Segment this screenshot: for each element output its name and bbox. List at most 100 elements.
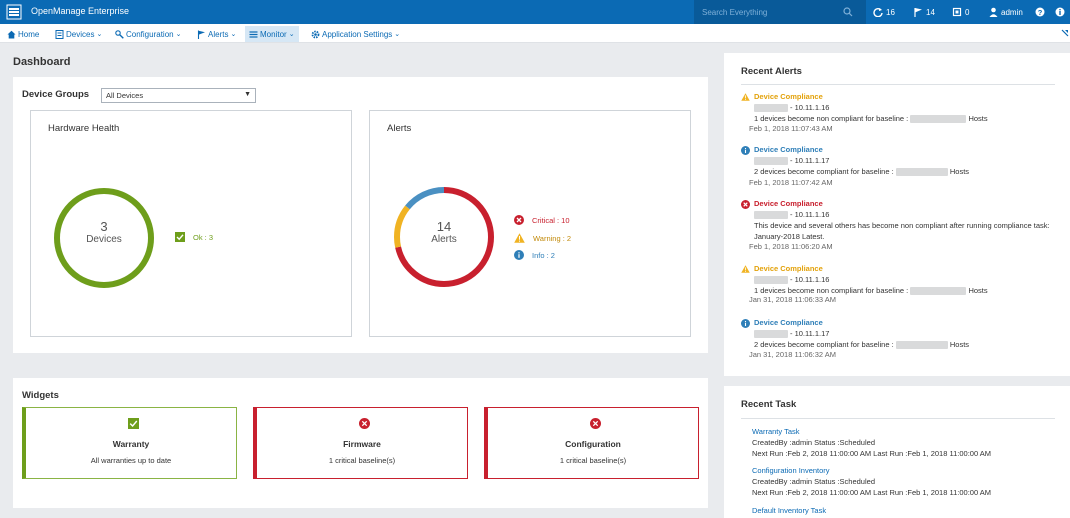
alert-item[interactable]: Device Compliance - 10.11.1.16 1 devices… (741, 92, 1059, 134)
top-bar: OpenManage Enterprise 16 14 0 (0, 0, 1070, 24)
widget-configuration[interactable]: Configuration 1 critical baseline(s) (484, 407, 699, 479)
alerts-title: Alerts (387, 123, 412, 134)
refresh-icon (873, 7, 883, 17)
nav-configuration[interactable]: Configuration ⌄ (111, 26, 185, 42)
alert-title[interactable]: Device Compliance (754, 199, 823, 208)
warranty-count: 0 (965, 7, 970, 17)
alert-message-tail: Hosts (968, 114, 988, 123)
info-button[interactable] (1055, 0, 1065, 24)
alert-title[interactable]: Device Compliance (754, 92, 823, 101)
device-groups-value: All Devices (106, 91, 144, 100)
widgets-title: Widgets (22, 390, 59, 401)
caret-down-icon: ▼ (244, 91, 251, 98)
divider (741, 418, 1055, 419)
nav-monitor-label: Monitor (260, 29, 287, 39)
search-icon[interactable] (843, 7, 853, 17)
nav-home[interactable]: Home (3, 26, 43, 42)
widget-firmware-sub: 1 critical baseline(s) (328, 456, 396, 465)
nav-application-settings[interactable]: Application Settings ⌄ (307, 26, 404, 42)
redacted-block (895, 341, 948, 350)
task-schedule: Next Run :Feb 2, 2018 11:00:00 AM Last R… (752, 449, 992, 458)
jobs-button[interactable]: 16 (873, 0, 895, 24)
chevron-down-icon: ⌄ (230, 31, 237, 38)
legend-ok[interactable]: Ok : 3 (175, 232, 213, 242)
alert-host: - 10.11.1.16 (754, 275, 829, 284)
nav-configuration-label: Configuration (126, 29, 174, 39)
task-status: CreatedBy :admin Status :Scheduled (752, 477, 875, 486)
nav-monitor[interactable]: Monitor ⌄ (245, 26, 299, 42)
hardware-health-card[interactable]: Hardware Health 3 Devices Ok : 3 (30, 110, 352, 337)
task-item[interactable]: Warranty Task CreatedBy :admin Status :S… (752, 426, 1052, 459)
task-status: CreatedBy :admin Status :Scheduled (752, 438, 875, 447)
alert-host: - 10.11.1.16 (754, 103, 829, 112)
alert-item[interactable]: Device Compliance - 10.11.1.17 2 devices… (741, 318, 1059, 360)
chevron-down-icon: ⌄ (288, 31, 295, 38)
hardware-health-count-label: Devices (86, 234, 122, 245)
alert-message-text: 2 devices become compliant for baseline … (754, 340, 894, 349)
global-search[interactable] (694, 0, 866, 24)
nav-devices[interactable]: Devices ⌄ (51, 26, 106, 42)
nav-home-label: Home (18, 29, 40, 39)
redacted-block (754, 329, 788, 338)
legend-info[interactable]: Info : 2 (514, 250, 555, 260)
chevron-down-icon: ⌄ (394, 31, 401, 38)
widget-configuration-title: Configuration (565, 439, 621, 449)
legend-critical-label: Critical : 10 (532, 215, 570, 225)
legend-ok-label: Ok : 3 (193, 232, 214, 242)
redacted-block (754, 103, 788, 112)
alert-host-ip: - 10.11.1.16 (790, 210, 830, 219)
search-input[interactable] (702, 5, 842, 19)
alert-item[interactable]: Device Compliance - 10.11.1.17 2 devices… (741, 145, 1059, 187)
alerts-flag-button[interactable]: 14 (913, 0, 935, 24)
task-name[interactable]: Configuration Inventory (752, 465, 1052, 476)
monitor-icon (249, 30, 258, 38)
warning-icon (741, 93, 750, 101)
hardware-health-count: 3 (100, 219, 108, 234)
help-button[interactable]: ? (1035, 0, 1045, 24)
alert-title[interactable]: Device Compliance (754, 264, 823, 273)
device-groups-label: Device Groups (22, 89, 90, 100)
alert-message-text: This device and several others has becom… (754, 221, 1050, 241)
critical-icon (514, 215, 524, 225)
alert-item[interactable]: Device Compliance - 10.11.1.16 1 devices… (741, 264, 1059, 306)
redacted-block (754, 275, 788, 284)
alert-title[interactable]: Device Compliance (754, 145, 823, 154)
legend-critical[interactable]: Critical : 10 (514, 215, 570, 225)
chevron-down-icon: ⌄ (175, 31, 182, 38)
critical-icon (590, 418, 601, 429)
nav-alerts-label: Alerts (208, 29, 229, 39)
redacted-block (910, 287, 967, 296)
pin-icon[interactable] (1061, 29, 1069, 37)
info-icon (1055, 7, 1065, 17)
warranty-icon (952, 7, 962, 17)
warranty-button[interactable]: 0 (952, 0, 969, 24)
task-name[interactable]: Default Inventory Task (752, 505, 1052, 516)
legend-warning[interactable]: Warning : 2 (514, 233, 571, 243)
user-menu[interactable]: admin (989, 0, 1023, 24)
alert-time: Jan 31, 2018 11:06:32 AM (749, 350, 837, 359)
critical-icon (359, 418, 370, 429)
task-item[interactable]: Default Inventory Task (752, 505, 1052, 516)
redacted-block (895, 168, 948, 177)
nav-alerts[interactable]: Alerts ⌄ (193, 26, 240, 42)
device-groups-select[interactable]: All Devices ▼ (101, 88, 256, 103)
widget-firmware[interactable]: Firmware 1 critical baseline(s) (253, 407, 468, 479)
alerts-count-label: Alerts (431, 234, 457, 245)
task-item[interactable]: Configuration Inventory CreatedBy :admin… (752, 465, 1052, 498)
main-nav: Home Devices ⌄ Configuration ⌄ Alerts ⌄ … (0, 24, 1070, 43)
alert-item[interactable]: Device Compliance - 10.11.1.16 This devi… (741, 199, 1059, 254)
recent-task-title: Recent Task (741, 399, 797, 410)
widget-warranty[interactable]: Warranty All warranties up to date (22, 407, 237, 479)
jobs-count: 16 (886, 7, 895, 17)
legend-warning-label: Warning : 2 (533, 233, 572, 243)
task-name[interactable]: Warranty Task (752, 426, 1052, 437)
warning-icon (514, 233, 525, 243)
svg-text:?: ? (1038, 8, 1043, 17)
alerts-card[interactable]: Alerts 14 Alerts Critical : 10 Warning :… (369, 110, 691, 337)
alert-time: Feb 1, 2018 11:07:43 AM (749, 124, 833, 133)
alert-message-tail: Hosts (949, 340, 970, 349)
nav-application-settings-label: Application Settings (322, 29, 393, 39)
gear-icon (311, 30, 320, 38)
alert-title[interactable]: Device Compliance (754, 318, 823, 327)
alert-host-ip: - 10.11.1.16 (790, 103, 830, 112)
